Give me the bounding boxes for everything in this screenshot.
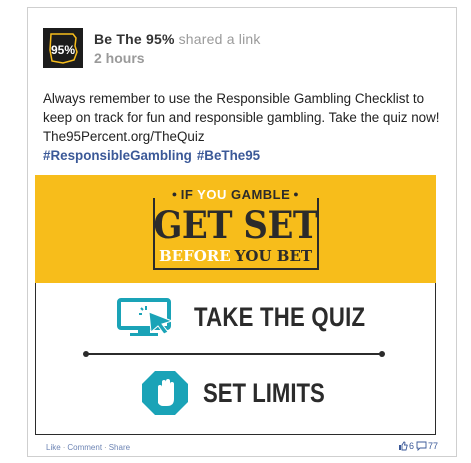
banner-body[interactable]: TAKE THE QUIZ SET LIMITS <box>35 283 436 435</box>
thumbs-up-icon <box>398 441 408 451</box>
set-limits-row: SET LIMITS <box>141 369 381 417</box>
post-header: 95% Be The 95% shared a link 2 hours <box>43 28 443 76</box>
avatar-text: 95% <box>51 43 75 57</box>
avatar[interactable]: 95% <box>43 28 83 68</box>
take-quiz-label: TAKE THE QUIZ <box>194 302 366 332</box>
banner-get-set: GET SET <box>153 204 318 248</box>
page-name-line: Be The 95% shared a link <box>94 31 261 47</box>
comments-count: 77 <box>427 441 438 451</box>
computer-click-icon <box>117 298 174 336</box>
post-card: 95% Be The 95% shared a link 2 hours Alwa… <box>27 7 457 457</box>
hashtag-link[interactable]: #BeThe95 <box>197 148 260 163</box>
banner-before-you-bet: BEFORE YOU BET <box>158 247 313 265</box>
comment-bubble-icon <box>416 441 427 451</box>
banner-if-you-gamble: ● IF YOU GAMBLE ● <box>171 187 300 202</box>
comment-link[interactable]: Comment <box>67 443 102 452</box>
banner-header[interactable]: ● IF YOU GAMBLE ● GET SET BEFORE YOU BET <box>35 175 436 283</box>
hashtag-list: #ResponsibleGambling #BeThe95 <box>43 146 443 165</box>
set-limits-label: SET LIMITS <box>203 378 325 408</box>
ohio-logo-icon: 95% <box>43 28 83 68</box>
post-action-text: shared a link <box>178 31 261 47</box>
engagement-counts[interactable]: 6 77 <box>398 441 438 451</box>
stop-hand-icon <box>142 371 188 415</box>
post-text: Always remember to use the Responsible G… <box>43 91 440 144</box>
take-quiz-row: TAKE THE QUIZ <box>116 297 376 337</box>
share-link[interactable]: Share <box>109 443 130 452</box>
likes-count: 6 <box>408 441 414 451</box>
hashtag-link[interactable]: #ResponsibleGambling <box>43 148 192 163</box>
post-actions: Like · Comment · Share <box>46 443 131 452</box>
page-name-link[interactable]: Be The 95% <box>94 31 175 47</box>
like-link[interactable]: Like <box>46 443 61 452</box>
post-body: Always remember to use the Responsible G… <box>43 89 443 165</box>
banner-divider <box>83 351 385 357</box>
post-timestamp[interactable]: 2 hours <box>94 50 145 66</box>
